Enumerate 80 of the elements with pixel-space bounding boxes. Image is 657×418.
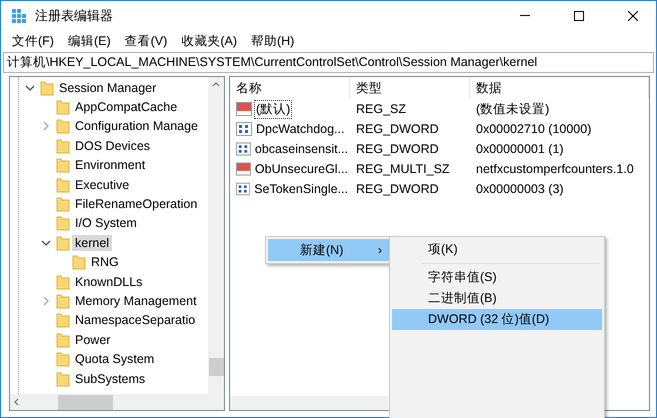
menu-item[interactable]: DWORD (32 位)值(D) [392,309,602,330]
maximize-icon [574,11,584,21]
menu-item[interactable]: 查看(V) [118,32,174,50]
folder-icon [56,118,70,134]
menu-item[interactable]: 文件(F) [5,32,61,50]
collapse-chevron-icon[interactable] [25,84,35,92]
address-field[interactable]: 计算机\HKEY_LOCAL_MACHINE\SYSTEM\CurrentControlSet\Control\Session Manager\kernel [3,52,654,73]
tree-item[interactable]: AppCompatCache [72,99,180,116]
folder-icon [56,196,70,212]
column-header[interactable]: 数据 [470,77,649,99]
value-data: 0x00000001 (1) [475,142,565,156]
expand-chevron-icon[interactable] [42,296,50,306]
minimize-icon [520,15,530,17]
tree-item[interactable]: Executive [72,176,132,193]
window-title: 注册表编辑器 [35,7,114,25]
folder-icon [56,351,70,368]
folder-icon [56,157,70,174]
tree-item[interactable]: KnownDLLs [72,274,146,290]
value-name[interactable]: obcaseinsensit... [252,141,350,157]
menu-item[interactable]: 新建(N) › [268,239,392,261]
value-type: REG_MULTI_SZ [355,162,451,176]
collapse-chevron-icon[interactable] [41,238,51,247]
folder-icon [56,292,70,309]
horizontal-scrollbar[interactable] [10,394,224,410]
folder-icon [56,176,70,193]
column-header[interactable]: 类型 [350,77,470,99]
folder-icon [56,274,70,290]
value-name[interactable]: ObUnsecureGl... [252,161,350,177]
menu-item[interactable]: 收藏夹(A) [174,32,244,50]
binary-value-icon [236,142,251,156]
folder-icon [56,312,70,328]
string-value-icon [236,102,252,116]
horizontal-scrollbar[interactable] [230,396,388,410]
tree-item[interactable]: Memory Management [72,292,200,309]
tree-item[interactable]: Session Manager [56,80,160,96]
vertical-scrollbar[interactable] [208,77,224,394]
value-name[interactable]: SeTokenSingle... [252,181,350,197]
expand-chevron-icon[interactable] [42,121,50,132]
tree-item[interactable]: Power [72,332,114,348]
tree-item[interactable]: Quota System [72,351,158,368]
folder-icon [56,99,70,116]
menu-item[interactable]: 二进制值(B) [392,288,602,309]
folder-icon [56,234,70,251]
folder-icon [56,138,70,154]
folder-icon [56,215,70,232]
column-header[interactable]: 名称 [230,77,350,99]
string-value-icon [236,162,251,176]
tree-item[interactable]: DOS Devices [72,138,154,154]
tree-item[interactable]: kernel [72,234,112,251]
value-type: REG_SZ [355,102,408,116]
value-type: REG_DWORD [355,142,440,156]
value-data: (数值未设置) [475,100,550,118]
value-data: 0x00002710 (10000) [475,122,592,136]
menu-item[interactable]: 字符串值(S) [392,267,602,288]
registry-editor-icon [11,8,27,24]
value-data: netfxcustomperfcounters.1.0 [475,162,635,176]
tree-item[interactable]: RNG [88,254,122,270]
tree-item[interactable]: Environment [72,157,148,174]
scrollbar-thumb[interactable] [208,358,224,376]
menu-item[interactable]: 帮助(H) [244,32,302,50]
scrollbar-thumb[interactable] [58,394,113,410]
tree-item[interactable]: NamespaceSeparatio [72,312,198,328]
value-type: REG_DWORD [355,122,440,136]
value-data: 0x00000003 (3) [475,182,565,196]
folder-icon [40,80,54,96]
value-name[interactable]: DpcWatchdog... [254,121,346,137]
close-icon [628,11,638,21]
tree-item[interactable]: I/O System [72,215,140,232]
value-type: REG_DWORD [355,182,440,196]
value-name[interactable]: (默认) [254,100,292,118]
folder-icon [72,254,86,270]
tree-item[interactable]: FileRenameOperation [72,196,200,212]
tree-item[interactable]: Configuration Manage [72,118,201,134]
folder-icon [56,370,70,387]
tree-item[interactable]: SubSystems [72,370,148,387]
menu-item[interactable]: 项(K) [392,239,602,260]
binary-value-icon [236,182,250,196]
folder-icon [56,332,70,348]
menu-item[interactable]: 编辑(E) [60,32,118,50]
binary-value-icon [236,122,252,136]
